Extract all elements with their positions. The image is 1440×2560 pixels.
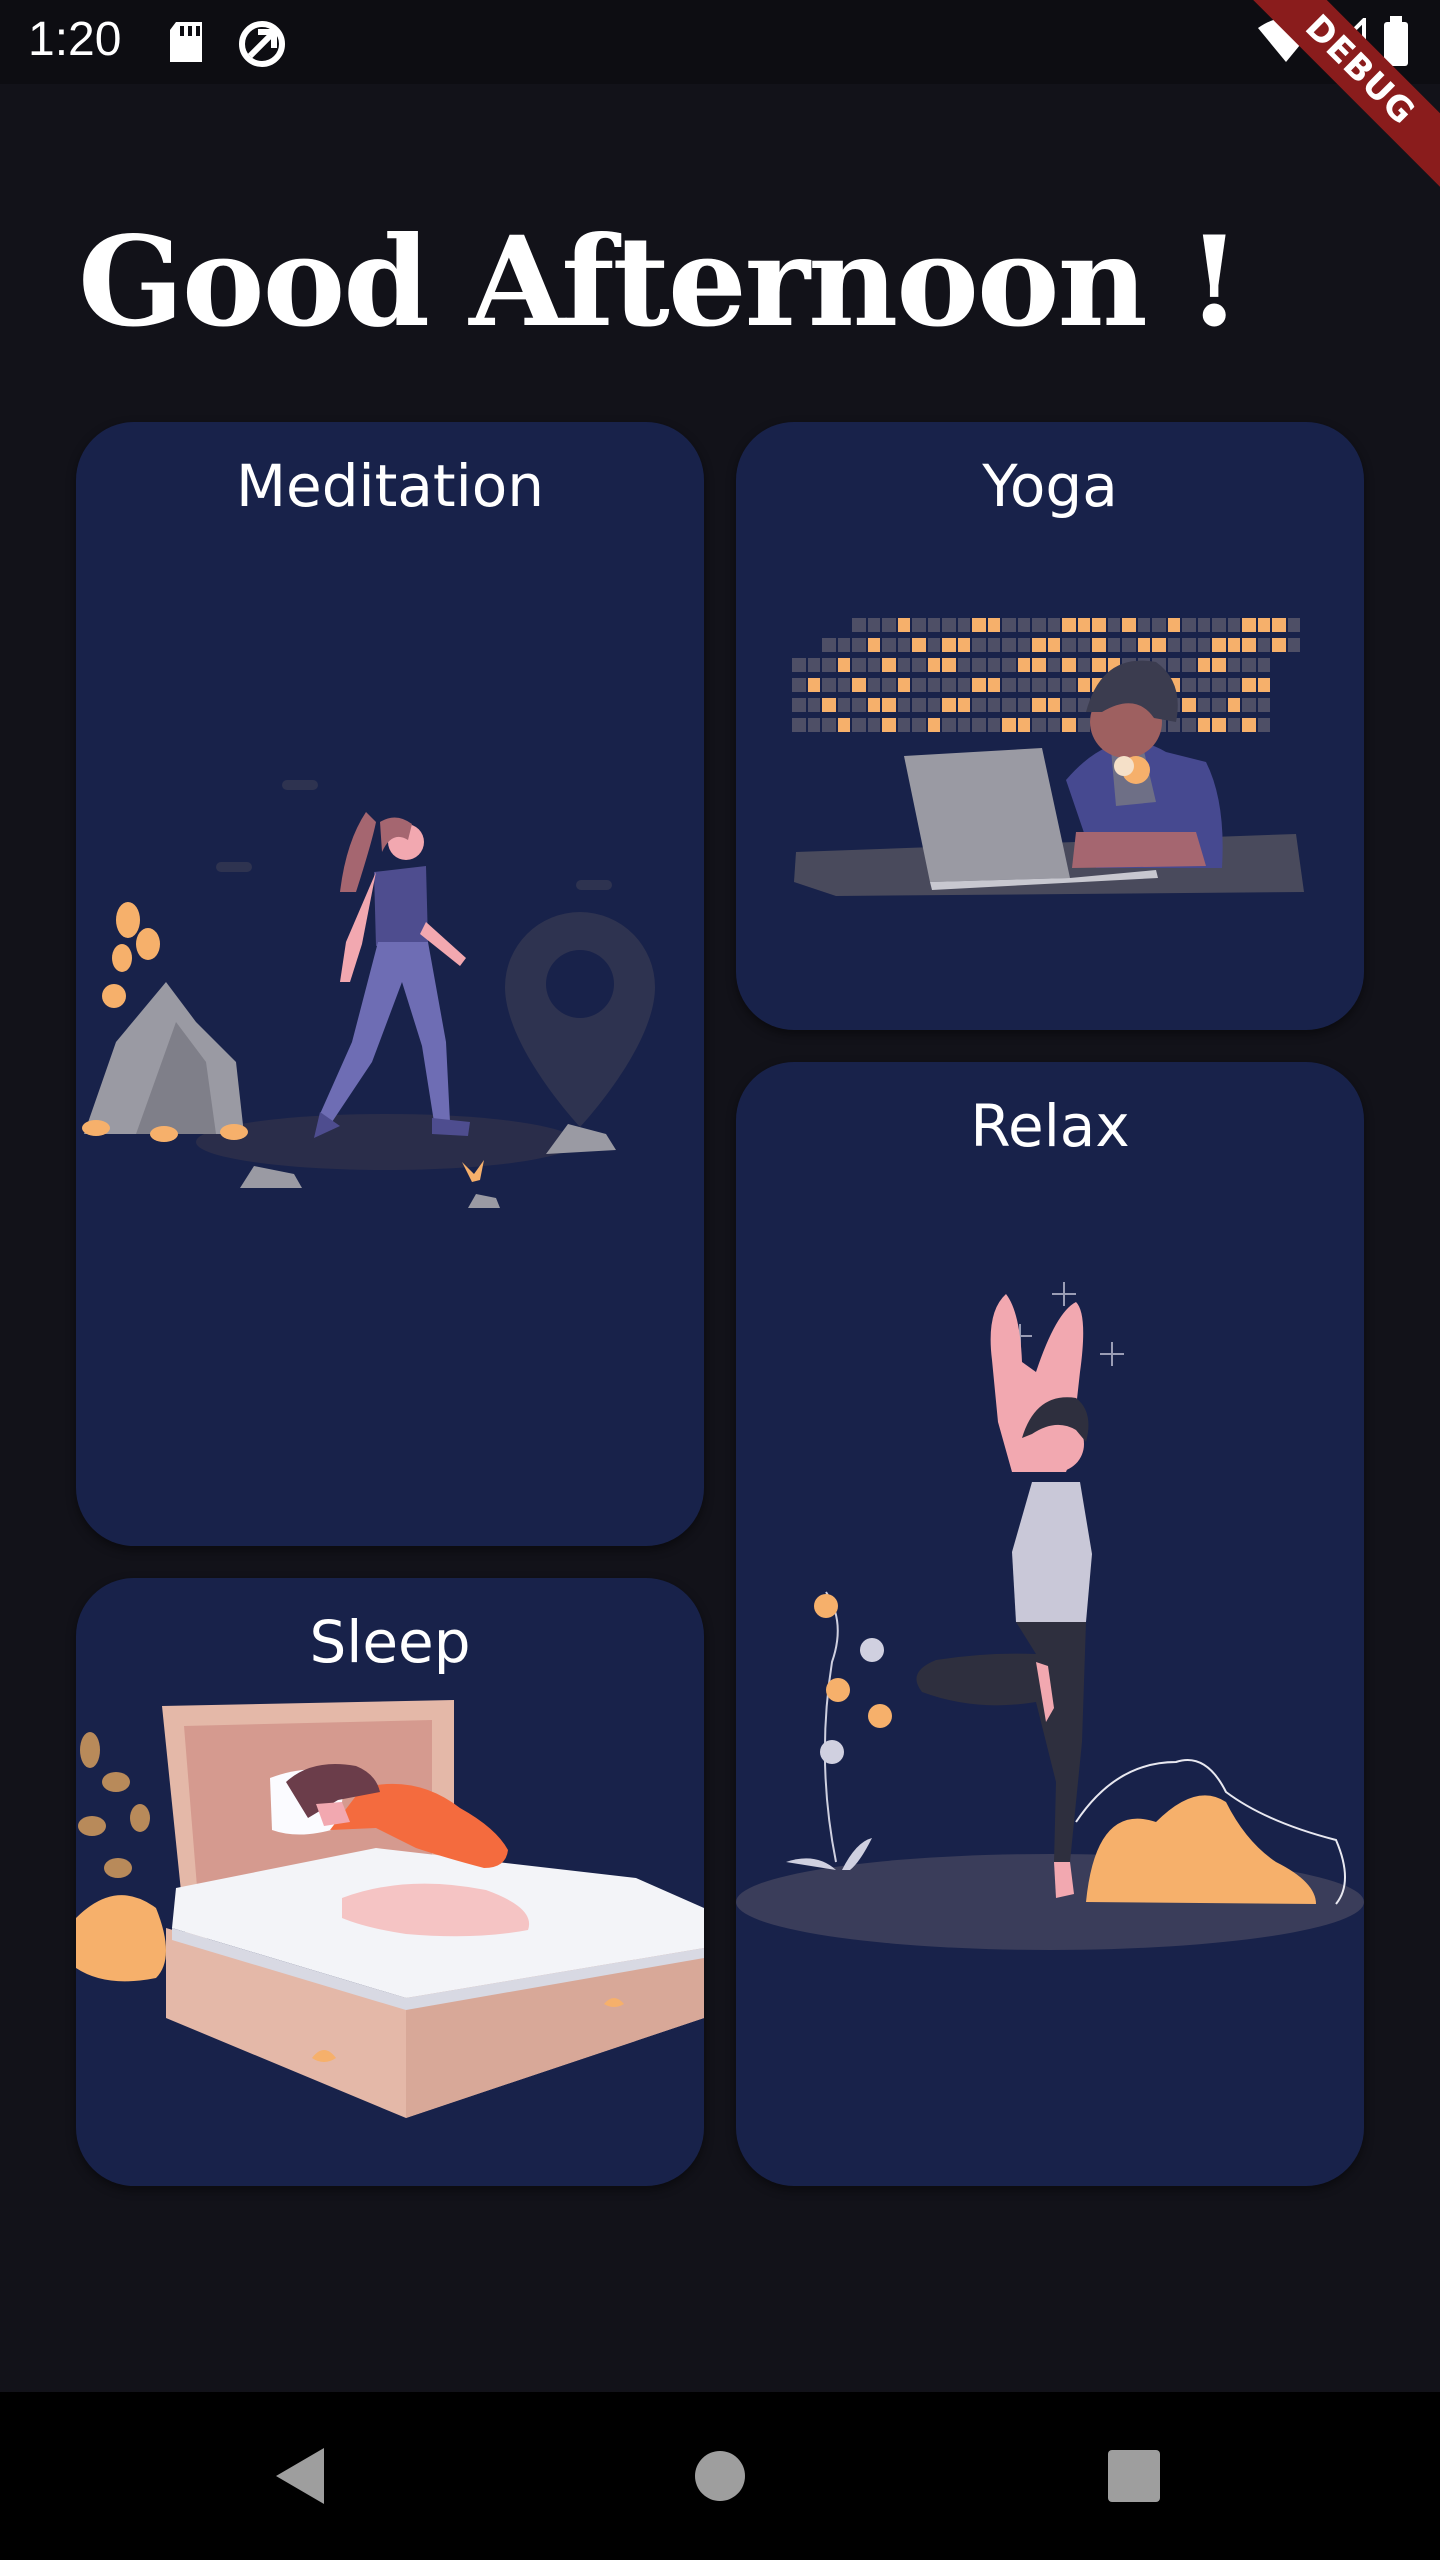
- system-nav-bar: [0, 2392, 1440, 2560]
- yoga-card[interactable]: Yoga: [736, 422, 1364, 1030]
- back-icon[interactable]: [272, 2446, 328, 2506]
- status-time: 1:20: [28, 13, 122, 66]
- walking-woman-illustration: [82, 780, 655, 1208]
- relax-card[interactable]: Relax: [736, 1062, 1364, 2186]
- greeting-title: Good Afternoon !: [78, 210, 1241, 355]
- tree-pose-woman-illustration: [736, 1282, 1364, 1950]
- sd-card-icon: [170, 22, 202, 62]
- meditation-card[interactable]: Meditation: [76, 422, 704, 1546]
- home-icon[interactable]: [694, 2450, 746, 2502]
- recents-icon[interactable]: [1108, 2450, 1160, 2502]
- sleeping-woman-illustration: [76, 1700, 704, 2118]
- status-bar: 1:20 DEBUG: [0, 0, 1440, 195]
- laptop-person-illustration: [792, 618, 1304, 896]
- sleep-card[interactable]: Sleep: [76, 1578, 704, 2186]
- sync-icon: [239, 21, 285, 67]
